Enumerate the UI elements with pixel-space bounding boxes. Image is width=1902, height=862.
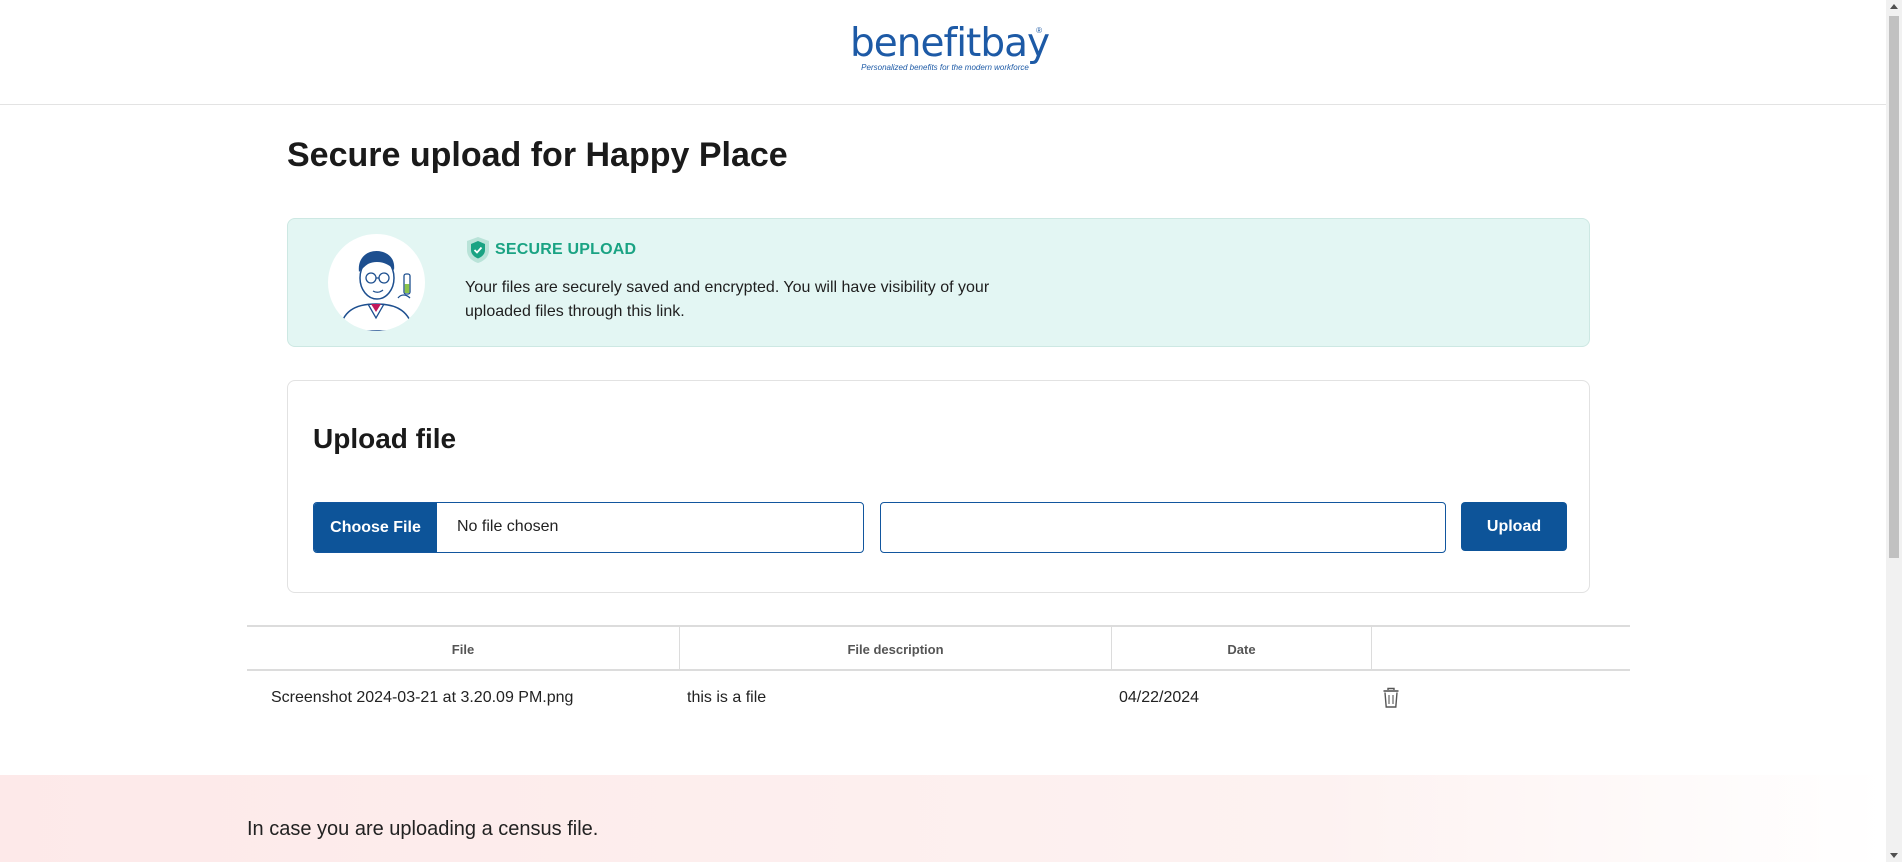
logo-wordmark: benefitbay [850,21,1050,66]
upload-file-title: Upload file [313,423,457,454]
choose-file-button[interactable]: Choose File [314,503,437,552]
census-section: In case you are uploading a census file. [0,775,1886,862]
column-header-date: Date [1111,627,1371,671]
scientist-illustration [328,234,425,331]
header: benefitbay Personalized benefits for the… [0,0,1886,105]
secure-upload-description: Your files are securely saved and encryp… [465,279,990,320]
vertical-scrollbar[interactable] [1886,0,1902,862]
trash-icon[interactable] [1382,687,1400,709]
benefitbay-logo[interactable]: benefitbay Personalized benefits for the… [850,21,1050,74]
scroll-down-arrow-icon[interactable] [1890,853,1898,858]
page-title: Secure upload for Happy Place [287,136,788,174]
secure-upload-label: SECURE UPLOAD [495,241,637,258]
column-header-description: File description [679,627,1111,671]
table-row: Screenshot 2024-03-21 at 3.20.09 PM.png … [247,671,1630,727]
column-header-file: File [451,641,475,657]
file-status-text: No file chosen [457,518,559,535]
file-description-cell: this is a file [687,689,767,706]
scroll-up-arrow-icon[interactable] [1890,4,1898,9]
upload-button[interactable]: Upload [1461,502,1567,551]
shield-check-icon [465,236,491,264]
file-description-input[interactable] [880,502,1446,553]
page: benefitbay Personalized benefits for the… [0,0,1902,862]
table-header: File File description Date [247,625,1630,671]
file-name-cell: Screenshot 2024-03-21 at 3.20.09 PM.png [271,689,574,706]
secure-upload-banner: SECURE UPLOAD Your files are securely sa… [287,218,1590,347]
registered-mark: ® [1036,26,1042,35]
scrollbar-thumb[interactable] [1889,16,1899,558]
file-picker[interactable]: Choose File No file chosen [313,502,864,553]
census-note: In case you are uploading a census file. [247,818,599,840]
logo-tagline: Personalized benefits for the modern wor… [861,63,1029,72]
uploaded-files-table: File File description Date Screenshot 20… [247,625,1630,727]
file-date-cell: 04/22/2024 [1119,689,1200,706]
upload-file-card: Upload file Choose File No file chosen U… [287,380,1590,593]
column-header-actions [1371,627,1630,671]
